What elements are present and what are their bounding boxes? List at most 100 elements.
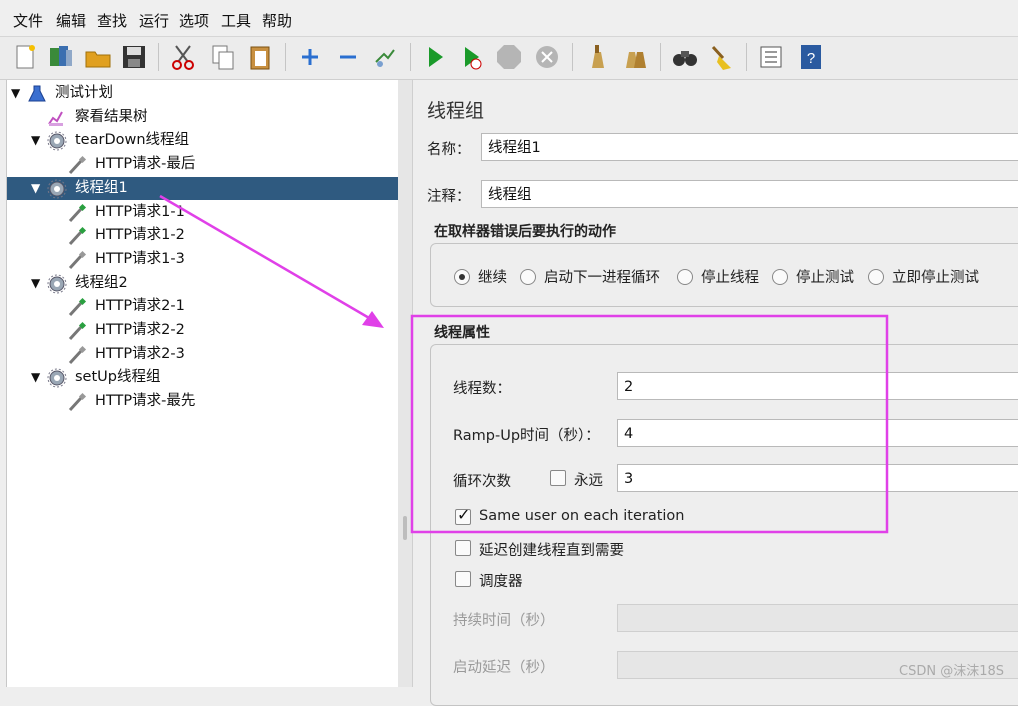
- splitter-grip[interactable]: [403, 516, 407, 540]
- tree-node[interactable]: HTTP请求2-2: [7, 319, 398, 342]
- pipette-green-icon: [67, 297, 87, 317]
- delay-label: 延迟创建线程直到需要: [479, 543, 624, 559]
- tree-node[interactable]: 察看结果树: [7, 106, 398, 129]
- rampup-field[interactable]: 4: [617, 419, 1018, 447]
- gear-icon: [47, 131, 67, 151]
- tree-node[interactable]: ▼ 线程组1: [7, 176, 398, 200]
- pipette-icon: [67, 345, 87, 365]
- flask-icon: [27, 84, 47, 104]
- name-field[interactable]: 线程组1: [481, 133, 1018, 161]
- duration-field[interactable]: [617, 604, 1018, 632]
- radio-label: 立即停止测试: [892, 270, 979, 286]
- tree-node-label: HTTP请求1-2: [95, 227, 185, 244]
- name-label: 名称：: [427, 142, 471, 158]
- shutdown-icon[interactable]: [532, 42, 562, 72]
- tree-node[interactable]: ▼ setUp线程组: [7, 366, 398, 389]
- menu-run[interactable]: 运行: [139, 10, 169, 31]
- radio-circle-icon[interactable]: [772, 269, 788, 285]
- pipette-icon: [67, 250, 87, 270]
- save-icon[interactable]: [119, 42, 149, 72]
- pipette-green-icon: [67, 321, 87, 341]
- menu-file[interactable]: 文件: [13, 10, 43, 31]
- toggle-icon[interactable]: [370, 42, 400, 72]
- templates-icon[interactable]: [46, 42, 76, 72]
- watermark: CSDN @沫沫18S: [899, 664, 1004, 679]
- cut-icon[interactable]: [168, 42, 198, 72]
- tree-toggle-icon[interactable]: ▼: [11, 82, 23, 105]
- menu-search[interactable]: 查找: [97, 10, 127, 31]
- splitter[interactable]: [398, 80, 413, 687]
- tree-node[interactable]: HTTP请求1-1: [7, 201, 398, 224]
- tree-toggle-icon[interactable]: ▼: [31, 366, 43, 389]
- tree-node[interactable]: HTTP请求1-3: [7, 248, 398, 271]
- comment-field[interactable]: 线程组: [481, 180, 1018, 208]
- rampup-label: Ramp-Up时间（秒）：: [453, 428, 600, 444]
- error-action-group: 继续 启动下一进程循环 停止线程 停止测试 立即停止测试: [430, 243, 1018, 307]
- tree-node[interactable]: ▼ 线程组2: [7, 272, 398, 295]
- delay-checkbox[interactable]: [455, 540, 471, 556]
- scheduler-checkbox[interactable]: [455, 571, 471, 587]
- thread-props-title: 线程属性: [434, 325, 490, 341]
- menubar: 文件 编辑 查找 运行 选项 工具 帮助: [0, 0, 1018, 37]
- paste-icon[interactable]: [245, 42, 275, 72]
- same-user-checkbox[interactable]: [455, 505, 471, 525]
- tree-node[interactable]: HTTP请求-最先: [7, 390, 398, 413]
- new-icon[interactable]: [10, 42, 40, 72]
- menu-help[interactable]: 帮助: [262, 10, 292, 31]
- pipette-icon: [67, 155, 87, 175]
- clear-icon[interactable]: [582, 42, 612, 72]
- menu-tools[interactable]: 工具: [221, 10, 251, 31]
- radio-label: 停止线程: [701, 270, 759, 286]
- tree-toggle-icon[interactable]: ▼: [31, 129, 43, 152]
- thread-group-panel: 线程组 名称： 线程组1 注释： 线程组 在取样器错误后要执行的动作 继续 启动下…: [413, 80, 1018, 706]
- collapse-icon[interactable]: [333, 42, 363, 72]
- toolbar: ?: [0, 37, 1018, 80]
- duration-label: 持续时间（秒）: [453, 613, 555, 629]
- tree-node-label: tearDown线程组: [75, 132, 190, 149]
- tree-toggle-icon[interactable]: ▼: [31, 177, 43, 200]
- pipette-icon: [67, 392, 87, 412]
- tree-node-label: 线程组2: [75, 274, 128, 291]
- tree-node[interactable]: HTTP请求1-2: [7, 224, 398, 247]
- gear-icon: [47, 368, 67, 388]
- loop-field[interactable]: 3: [617, 464, 1018, 492]
- tree-node-label: setUp线程组: [75, 369, 161, 386]
- start-icon[interactable]: [420, 42, 450, 72]
- forever-checkbox[interactable]: [550, 470, 566, 486]
- tree-node[interactable]: ▼ tearDown线程组: [7, 129, 398, 152]
- expand-icon[interactable]: [295, 42, 325, 72]
- gear-icon: [47, 274, 67, 294]
- tree-node-label: HTTP请求2-1: [95, 298, 185, 315]
- radio-circle-icon[interactable]: [868, 269, 884, 285]
- pipette-green-icon: [67, 203, 87, 223]
- tree-node[interactable]: HTTP请求2-1: [7, 295, 398, 318]
- tree-node[interactable]: HTTP请求2-3: [7, 343, 398, 366]
- tree-node-label: 线程组1: [75, 179, 128, 196]
- open-icon[interactable]: [83, 42, 113, 72]
- tree-toggle-icon[interactable]: ▼: [31, 272, 43, 295]
- stop-icon[interactable]: [494, 42, 524, 72]
- tree-node-label: HTTP请求1-1: [95, 203, 185, 220]
- radio-circle-icon[interactable]: [520, 269, 536, 285]
- start-no-pause-icon[interactable]: [456, 42, 486, 72]
- clear-all-icon[interactable]: [620, 42, 650, 72]
- copy-icon[interactable]: [208, 42, 238, 72]
- tree-node-label: HTTP请求1-3: [95, 250, 185, 267]
- search-icon[interactable]: [670, 42, 700, 72]
- threads-label: 线程数：: [453, 381, 511, 397]
- radio-circle-icon[interactable]: [677, 269, 693, 285]
- radio-circle-icon[interactable]: [454, 269, 470, 285]
- reset-search-icon[interactable]: [707, 42, 737, 72]
- tree-node-label: HTTP请求2-2: [95, 322, 185, 338]
- tree-node[interactable]: ▼ 测试计划: [7, 82, 398, 105]
- function-helper-icon[interactable]: [756, 42, 786, 72]
- help-icon[interactable]: ?: [796, 42, 826, 72]
- menu-options[interactable]: 选项: [179, 10, 209, 31]
- radio-label: 启动下一进程循环: [544, 270, 660, 286]
- threads-field[interactable]: 2: [617, 372, 1018, 400]
- chart-icon: [47, 108, 67, 128]
- test-plan-tree[interactable]: ▼ 测试计划 察看结果树 ▼ tearDown线程组 HTTP请求-最后 ▼ 线程组1 HTTP…: [6, 80, 399, 687]
- tree-node-label: HTTP请求2-3: [95, 345, 185, 362]
- menu-edit[interactable]: 编辑: [56, 10, 86, 31]
- tree-node[interactable]: HTTP请求-最后: [7, 153, 398, 176]
